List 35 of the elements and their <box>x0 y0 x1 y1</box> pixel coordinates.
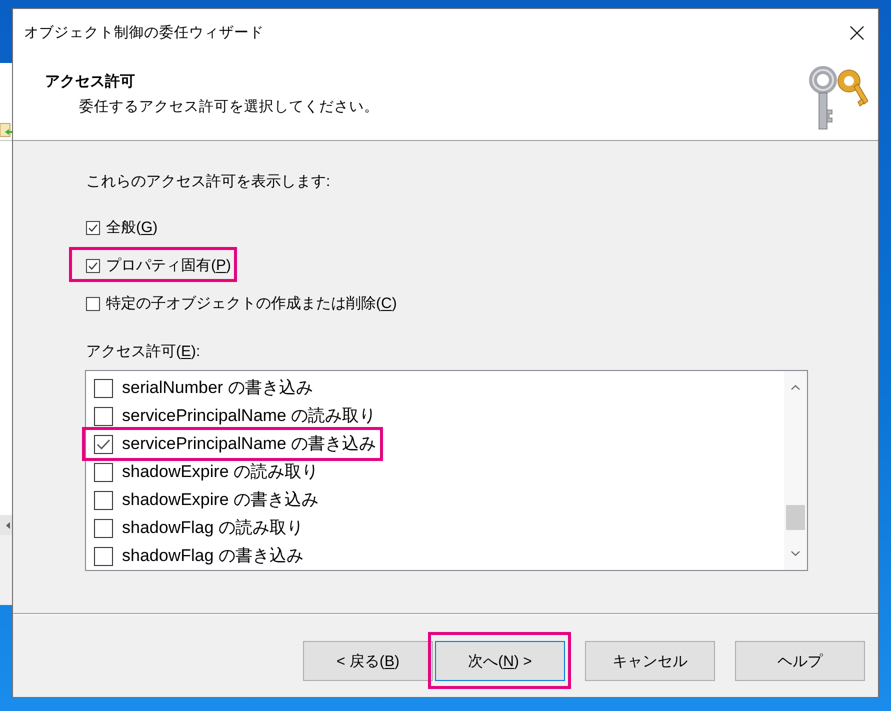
chevron-up-icon[interactable] <box>791 385 800 390</box>
close-icon <box>850 26 864 40</box>
checkbox-label: 全般(G) <box>106 218 158 238</box>
scroll-thumb[interactable] <box>786 505 805 530</box>
left-arrow-icon[interactable] <box>6 522 10 528</box>
back-button[interactable]: < 戻る(B) <box>303 641 433 681</box>
permission-label: serialNumber の書き込み <box>122 377 313 399</box>
checkbox-label: 特定の子オブジェクトの作成または削除(C) <box>106 294 397 314</box>
section-label: これらのアクセス許可を表示します: <box>86 172 330 192</box>
checkbox[interactable] <box>94 462 113 482</box>
page-heading: アクセス許可 <box>45 72 135 92</box>
next-button[interactable]: 次へ(N) > <box>435 641 565 681</box>
checkbox[interactable] <box>86 221 100 235</box>
permission-label: servicePrincipalName の書き込み <box>122 433 376 455</box>
checkbox-label: プロパティ固有(P) <box>106 256 232 276</box>
chevron-down-icon[interactable] <box>791 551 800 556</box>
permission-label: shadowFlag の書き込み <box>122 545 304 567</box>
checkbox[interactable] <box>94 490 113 510</box>
checkbox[interactable] <box>94 546 113 566</box>
checkbox[interactable] <box>94 518 113 538</box>
cancel-button[interactable]: キャンセル <box>585 641 715 681</box>
checkbox[interactable] <box>86 259 100 273</box>
permission-label: servicePrincipalName の読み取り <box>122 405 376 427</box>
checkbox[interactable] <box>94 406 113 426</box>
list-label: アクセス許可(E): <box>86 342 200 362</box>
checkbox[interactable] <box>86 297 100 311</box>
page-subtitle: 委任するアクセス許可を選択してください。 <box>79 98 379 117</box>
permission-label: shadowExpire の読み取り <box>122 461 319 483</box>
document-icon <box>0 123 12 137</box>
help-button[interactable]: ヘルプ <box>735 641 865 681</box>
permission-label: shadowExpire の書き込み <box>122 489 319 511</box>
checkbox[interactable] <box>94 378 113 398</box>
window-title: オブジェクト制御の委任ウィザード <box>24 24 265 42</box>
checkbox[interactable] <box>94 434 113 454</box>
permission-label: shadowFlag の読み取り <box>122 517 304 539</box>
